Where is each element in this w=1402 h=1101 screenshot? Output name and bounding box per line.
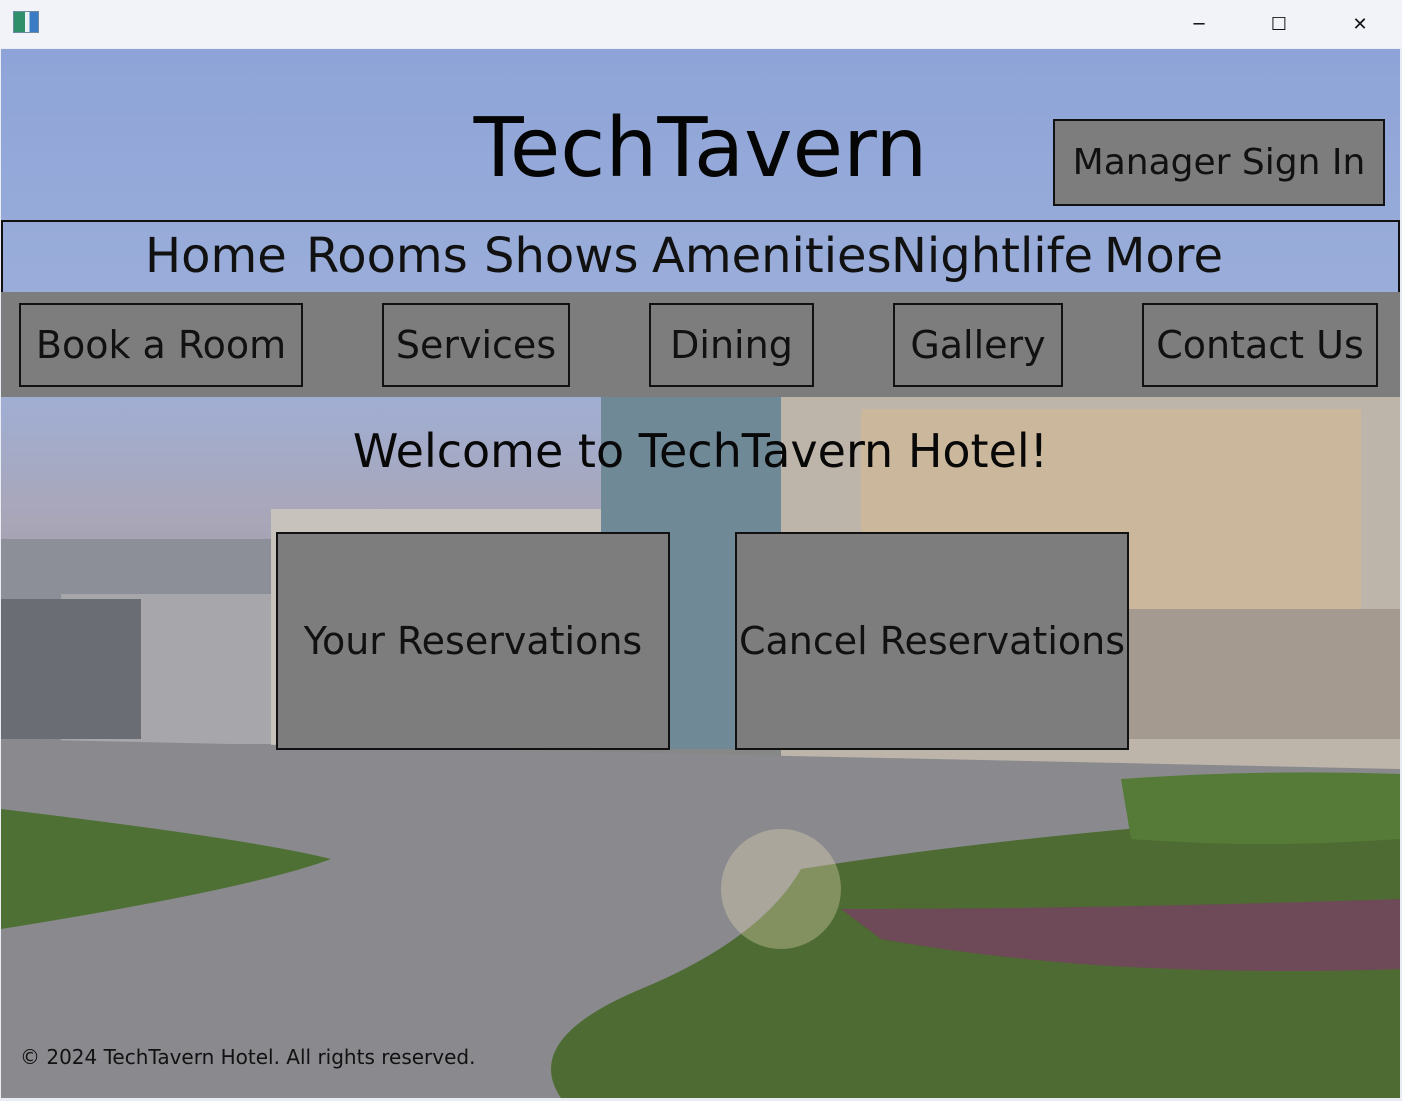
cancel-reservations-button[interactable]: Cancel Reservations bbox=[735, 532, 1129, 750]
footer-copyright: © 2024 TechTavern Hotel. All rights rese… bbox=[20, 1045, 476, 1069]
nav-item-shows[interactable]: Shows bbox=[484, 228, 639, 284]
nav-item-nightlife[interactable]: Nightlife bbox=[891, 228, 1093, 284]
app-window: TechTavern Manager Sign In Home Rooms Sh… bbox=[1, 49, 1400, 1098]
nav-item-more[interactable]: More bbox=[1104, 228, 1223, 284]
action-bar: Book a Room Services Dining Gallery Cont… bbox=[1, 292, 1400, 397]
book-room-button[interactable]: Book a Room bbox=[19, 303, 303, 387]
manager-sign-in-button[interactable]: Manager Sign In bbox=[1053, 119, 1385, 206]
nav-item-amenities[interactable]: Amenities bbox=[652, 228, 892, 284]
welcome-heading: Welcome to TechTavern Hotel! bbox=[352, 424, 1049, 478]
gallery-button[interactable]: Gallery bbox=[893, 303, 1063, 387]
dining-button[interactable]: Dining bbox=[649, 303, 814, 387]
nav-item-home[interactable]: Home bbox=[145, 228, 287, 284]
your-reservations-button[interactable]: Your Reservations bbox=[276, 532, 670, 750]
app-icon bbox=[13, 11, 39, 33]
hotel-background-image bbox=[1, 389, 1400, 1098]
services-button[interactable]: Services bbox=[382, 303, 570, 387]
minimize-button[interactable]: ─ bbox=[1159, 0, 1239, 48]
contact-us-button[interactable]: Contact Us bbox=[1142, 303, 1378, 387]
close-button[interactable]: ✕ bbox=[1320, 0, 1400, 48]
maximize-button[interactable]: ☐ bbox=[1239, 0, 1319, 48]
nav-item-rooms[interactable]: Rooms bbox=[306, 228, 468, 284]
main-nav: Home Rooms Shows Amenities Nightlife Mor… bbox=[1, 220, 1400, 292]
window-titlebar: ─ ☐ ✕ bbox=[0, 0, 1402, 48]
